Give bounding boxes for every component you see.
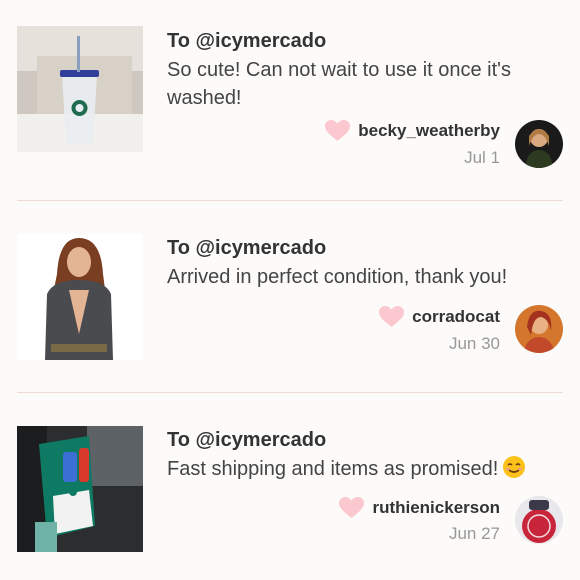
review-author: becky_weatherby [325, 120, 500, 142]
smiling-face-emoji-icon [502, 455, 526, 479]
review-thumbnail[interactable] [17, 234, 143, 360]
review-comment-text: Fast shipping and items as promised! [167, 458, 499, 480]
review-author: ruthienickerson [339, 497, 500, 519]
review-author: corradocat [379, 306, 500, 328]
reviews-page: To @icymercado So cute! Can not wait to … [0, 0, 580, 580]
heart-icon [379, 306, 405, 328]
user-avatar[interactable] [515, 120, 563, 168]
review-date: Jun 30 [448, 334, 500, 353]
heart-icon [339, 497, 365, 519]
review-thumbnail[interactable] [17, 26, 143, 152]
review-comment: So cute! Can not wait to use it once it'… [167, 59, 512, 109]
review-item: To @icymercado Fast shipping and items a… [0, 392, 580, 580]
review-username[interactable]: becky_weatherby [358, 121, 500, 141]
recipient-label: To @icymercado [167, 237, 327, 259]
user-avatar[interactable] [515, 496, 563, 544]
review-comment: Arrived in perfect condition, thank you! [167, 266, 508, 288]
recipient-label: To @icymercado [167, 429, 327, 451]
review-item: To @icymercado Arrived in perfect condit… [0, 200, 580, 392]
review-date: Jun 27 [448, 524, 500, 543]
review-username[interactable]: ruthienickerson [372, 498, 500, 518]
review-comment: Fast shipping and items as promised! [167, 455, 562, 483]
review-item: To @icymercado So cute! Can not wait to … [0, 0, 580, 200]
review-date: Jul 1 [464, 148, 500, 167]
recipient-label: To @icymercado [167, 30, 327, 52]
heart-icon [325, 120, 351, 142]
review-thumbnail[interactable] [17, 426, 143, 552]
user-avatar[interactable] [515, 305, 563, 353]
review-username[interactable]: corradocat [412, 307, 500, 327]
